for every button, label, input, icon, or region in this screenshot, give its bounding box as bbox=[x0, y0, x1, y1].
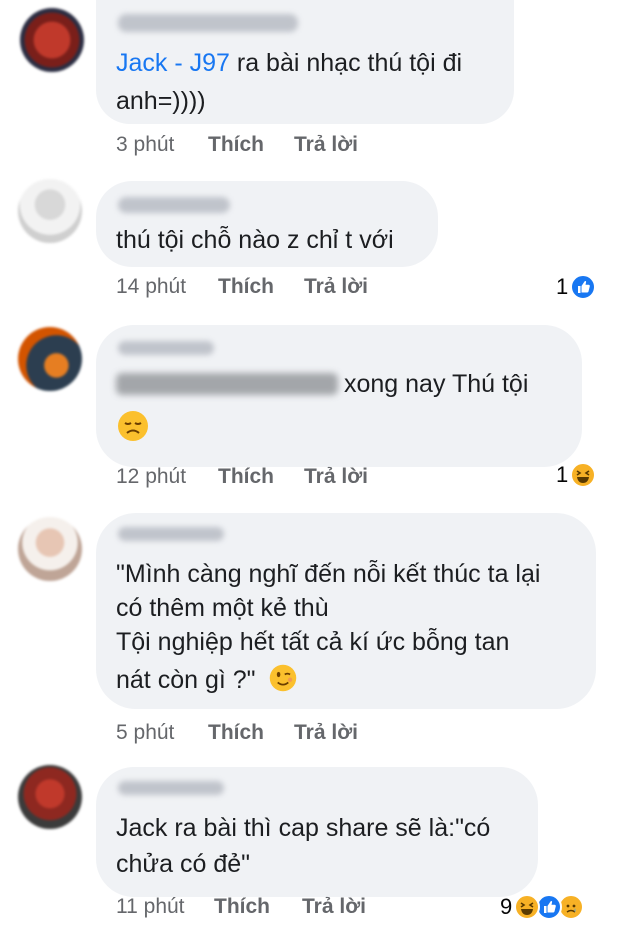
comment-text-line-2: có thêm một kẻ thù bbox=[116, 594, 329, 622]
reaction-count: 1 bbox=[556, 274, 569, 299]
like-button[interactable]: Thích bbox=[218, 465, 274, 489]
avatar[interactable] bbox=[18, 179, 82, 243]
author-name-blurred[interactable] bbox=[118, 781, 224, 795]
comment-meta: 3 phút Thích Trả lời bbox=[116, 133, 436, 159]
timestamp[interactable]: 12 phút bbox=[116, 465, 186, 489]
timestamp[interactable]: 5 phút bbox=[116, 721, 174, 745]
author-name-blurred[interactable] bbox=[118, 14, 298, 32]
comment-meta: 5 phút Thích Trả lời bbox=[116, 721, 436, 747]
like-button[interactable]: Thích bbox=[218, 275, 274, 299]
author-name-blurred[interactable] bbox=[118, 197, 230, 213]
like-icon bbox=[570, 274, 597, 300]
reaction-count: 1 bbox=[556, 462, 569, 487]
like-icon bbox=[536, 894, 563, 920]
comment-text-line-3: Tội nghiệp hết tất cả kí ức bỗng tan bbox=[116, 628, 510, 656]
avatar[interactable] bbox=[18, 517, 82, 581]
comment-text-line-2: chửa có đẻ" bbox=[116, 850, 251, 878]
avatar[interactable] bbox=[20, 8, 84, 72]
avatar[interactable] bbox=[18, 327, 82, 391]
timestamp[interactable]: 11 phút bbox=[116, 895, 185, 919]
wink-emoji bbox=[268, 663, 298, 693]
reply-button[interactable]: Trả lời bbox=[294, 721, 358, 745]
timestamp[interactable]: 3 phút bbox=[116, 133, 174, 157]
comment-meta: 12 phút Thích Trả lời bbox=[116, 465, 436, 491]
timestamp[interactable]: 14 phút bbox=[116, 275, 186, 299]
reply-button[interactable]: Trả lời bbox=[302, 895, 366, 919]
blurred-text bbox=[116, 373, 338, 395]
reaction-count: 9 bbox=[500, 894, 513, 919]
reply-button[interactable]: Trả lời bbox=[304, 465, 368, 489]
like-button[interactable]: Thích bbox=[208, 133, 264, 157]
author-name-blurred[interactable] bbox=[118, 527, 224, 541]
like-button[interactable]: Thích bbox=[214, 895, 270, 919]
comment-text: Jack - J97 ra bài nhạc thú tội đi bbox=[116, 49, 463, 77]
reaction-summary[interactable]: 1 bbox=[556, 459, 597, 491]
comment-text-line-1: Jack ra bài thì cap share sẽ là:"có bbox=[116, 814, 491, 842]
comment-text: xong nay Thú tội bbox=[344, 370, 529, 398]
author-name-blurred[interactable] bbox=[118, 341, 214, 355]
sad-face-emoji bbox=[116, 409, 150, 443]
comment-3: xong nay Thú tội 12 phút Thích Trả lời 1 bbox=[0, 315, 620, 505]
comment-meta: 11 phút Thích Trả lời bbox=[116, 895, 436, 921]
reply-button[interactable]: Trả lời bbox=[304, 275, 368, 299]
reaction-summary[interactable]: 1 bbox=[556, 271, 597, 303]
comment-meta: 14 phút Thích Trả lời bbox=[116, 275, 436, 301]
reaction-summary[interactable]: 9 bbox=[500, 891, 585, 923]
haha-icon bbox=[514, 894, 541, 920]
comment-text-line-1: "Mình càng nghĩ đến nỗi kết thúc ta lại bbox=[116, 560, 541, 588]
comment-1: Jack - J97 ra bài nhạc thú tội đi anh=))… bbox=[0, 0, 620, 175]
mention-link[interactable]: Jack - J97 bbox=[116, 49, 230, 77]
reply-button[interactable]: Trả lời bbox=[294, 133, 358, 157]
comment-5: Jack ra bài thì cap share sẽ là:"có chửa… bbox=[0, 755, 620, 932]
comment-4: "Mình càng nghĩ đến nỗi kết thúc ta lại … bbox=[0, 505, 620, 755]
sad-icon bbox=[558, 894, 585, 920]
like-button[interactable]: Thích bbox=[208, 721, 264, 745]
haha-icon bbox=[570, 462, 597, 488]
comment-2: thú tội chỗ nào z chỉ t với 14 phút Thíc… bbox=[0, 175, 620, 315]
comment-text-line-2: anh=)))) bbox=[116, 87, 206, 115]
comment-text-line-4: nát còn gì ?" bbox=[116, 663, 298, 697]
avatar[interactable] bbox=[18, 765, 82, 829]
comment-text: thú tội chỗ nào z chỉ t với bbox=[116, 226, 394, 254]
